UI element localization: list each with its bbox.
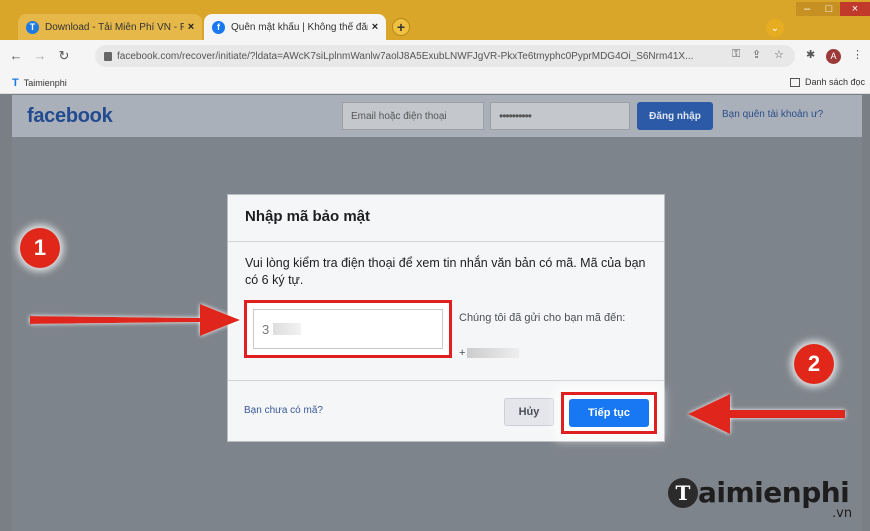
reading-list-icon [790,77,800,87]
close-window-button[interactable]: × [840,2,870,16]
no-code-link[interactable]: Bạn chưa có mã? [244,405,323,416]
sent-phone-number: + [459,347,520,359]
login-button[interactable]: Đăng nhập [637,102,713,130]
url-text: facebook.com/recover/initiate/?ldata=AWc… [117,50,694,62]
code-value: 3 [262,321,270,337]
back-icon[interactable]: ← [8,48,24,64]
share-icon[interactable]: ⇪ [752,48,761,61]
code-sent-message: Chúng tôi đã gửi cho bạn mã đến: [459,312,626,324]
key-icon[interactable]: ⚿ [732,48,740,61]
taimienphi-favicon-icon: T [26,20,39,34]
watermark-text: aimienphi [698,476,850,509]
close-tab-icon[interactable]: × [184,21,198,33]
divider [228,380,664,381]
menu-kebab-icon[interactable]: ⋮ [852,48,863,61]
forgot-account-link[interactable]: Bạn quên tài khoản ư? [722,109,823,120]
cancel-button[interactable]: Hủy [504,398,554,426]
minimize-button[interactable]: – [796,2,818,16]
bookmark-label: Taimienphi [23,78,67,88]
step-badge-2: 2 [794,344,834,384]
dialog-title: Nhập mã bảo mật [245,208,371,225]
close-tab-icon[interactable]: × [368,21,382,33]
email-field[interactable]: Email hoặc điện thoại [342,102,484,130]
profile-avatar[interactable]: A [826,49,841,64]
dialog-message: Vui lòng kiểm tra điện thoại để xem tin … [245,256,646,287]
reading-list[interactable]: Danh sách đọc [790,77,865,87]
facebook-favicon-icon: f [212,20,225,34]
facebook-logo[interactable]: facebook [27,105,113,128]
divider [228,241,664,242]
forward-icon[interactable]: → [32,48,48,64]
tab-title: Quên mật khẩu | Không thể đăng [231,21,368,33]
lock-icon[interactable] [104,52,112,61]
redacted-number [467,348,520,358]
tab-strip: T Download - Tải Miễn Phí VN - Ph × f Qu… [0,0,870,40]
watermark-suffix: .vn [832,506,853,521]
bookmarks-bar: T Taimienphi Danh sách đọc [0,72,870,94]
facebook-header: facebook Email hoặc điện thoại •••••••••… [12,95,862,137]
reading-list-label: Danh sách đọc [805,77,866,87]
tab-download[interactable]: T Download - Tải Miễn Phí VN - Ph × [18,14,202,40]
redacted-code [273,323,302,335]
tab-facebook-recover[interactable]: f Quên mật khẩu | Không thể đăng × [204,14,386,40]
phone-prefix: + [459,347,466,359]
continue-button[interactable]: Tiếp tục [569,399,649,427]
step-badge-1: 1 [20,228,60,268]
watermark-logo-icon: T [668,477,698,508]
password-field[interactable]: •••••••••• [490,102,630,130]
continue-highlight: Tiếp tục [561,392,657,434]
address-bar[interactable]: facebook.com/recover/initiate/?ldata=AWc… [95,45,795,67]
bookmark-star-icon[interactable]: ☆ [774,48,784,61]
bookmark-taimienphi[interactable]: T Taimienphi [12,77,67,89]
tab-search-icon[interactable]: ⌄ [766,19,784,37]
taimienphi-watermark: T aimienphi .vn [668,476,852,521]
extensions-icon[interactable]: ✱ [806,48,815,61]
taimienphi-bookmark-icon: T [12,77,19,89]
code-input-highlight: 3 [244,300,452,358]
maximize-button[interactable]: □ [818,2,840,16]
tab-title: Download - Tải Miễn Phí VN - Ph [45,21,184,33]
new-tab-button[interactable]: + [392,18,410,36]
security-code-input[interactable]: 3 [253,309,443,349]
reload-icon[interactable]: ↻ [56,48,72,64]
security-code-dialog: Nhập mã bảo mật Vui lòng kiểm tra điện t… [228,195,664,441]
browser-toolbar: ← → ↻ facebook.com/recover/initiate/?lda… [0,40,870,72]
